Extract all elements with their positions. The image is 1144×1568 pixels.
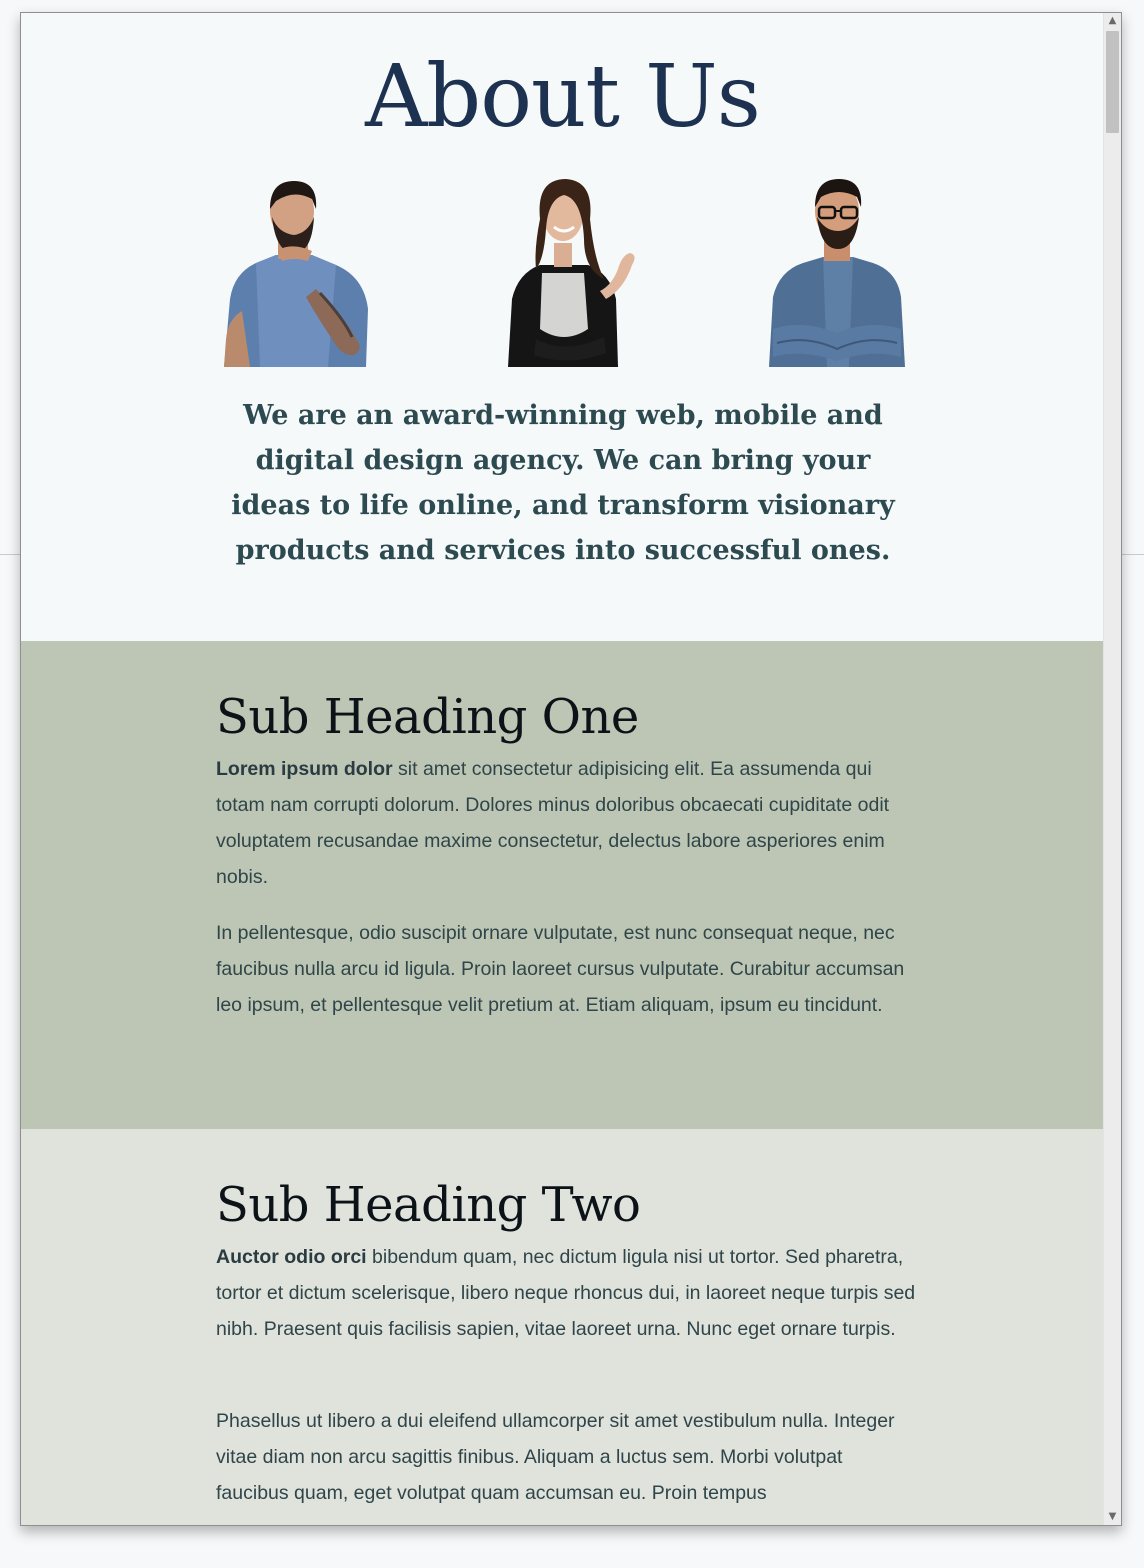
section-one: Sub Heading One Lorem ipsum dolor sit am… [21,641,1104,1129]
bearded-man-thinking-photo [216,169,371,367]
section-two-paragraph-2: Phasellus ut libero a dui eleifend ullam… [216,1410,895,1504]
section-one-lead: Lorem ipsum dolor [216,758,393,780]
section-two-paragraph-1: Auctor odio orci bibendum quam, nec dict… [216,1239,916,1347]
section-one-paragraph-2: In pellentesque, odio suscipit ornare vu… [216,922,905,1016]
page-title: About Us [365,47,761,147]
page-content: About Us We are an award-winning web, mo… [21,13,1104,1525]
scroll-up-arrow-icon[interactable]: ▲ [1104,13,1121,29]
page-divider-left [0,554,22,555]
scroll-down-arrow-icon[interactable]: ▼ [1104,1509,1121,1525]
browser-window: About Us We are an award-winning web, mo… [20,12,1122,1526]
man-with-glasses-arms-crossed-photo [761,169,911,367]
scrollbar-thumb[interactable] [1106,31,1119,133]
smiling-woman-photo [484,169,644,367]
hero-section: About Us We are an award-winning web, mo… [21,13,1104,641]
intro-text: We are an award-winning web, mobile and … [231,400,895,566]
team-photos [216,169,906,369]
section-two-lead: Auctor odio orci [216,1246,367,1268]
section-one-paragraph-1: Lorem ipsum dolor sit amet consectetur a… [216,751,916,895]
section-one-heading: Sub Heading One [216,689,639,745]
vertical-scrollbar[interactable]: ▲ ▼ [1103,13,1121,1525]
section-two: Sub Heading Two Auctor odio orci bibendu… [21,1129,1104,1525]
page-divider-right [1121,554,1144,555]
section-two-heading: Sub Heading Two [216,1177,641,1233]
